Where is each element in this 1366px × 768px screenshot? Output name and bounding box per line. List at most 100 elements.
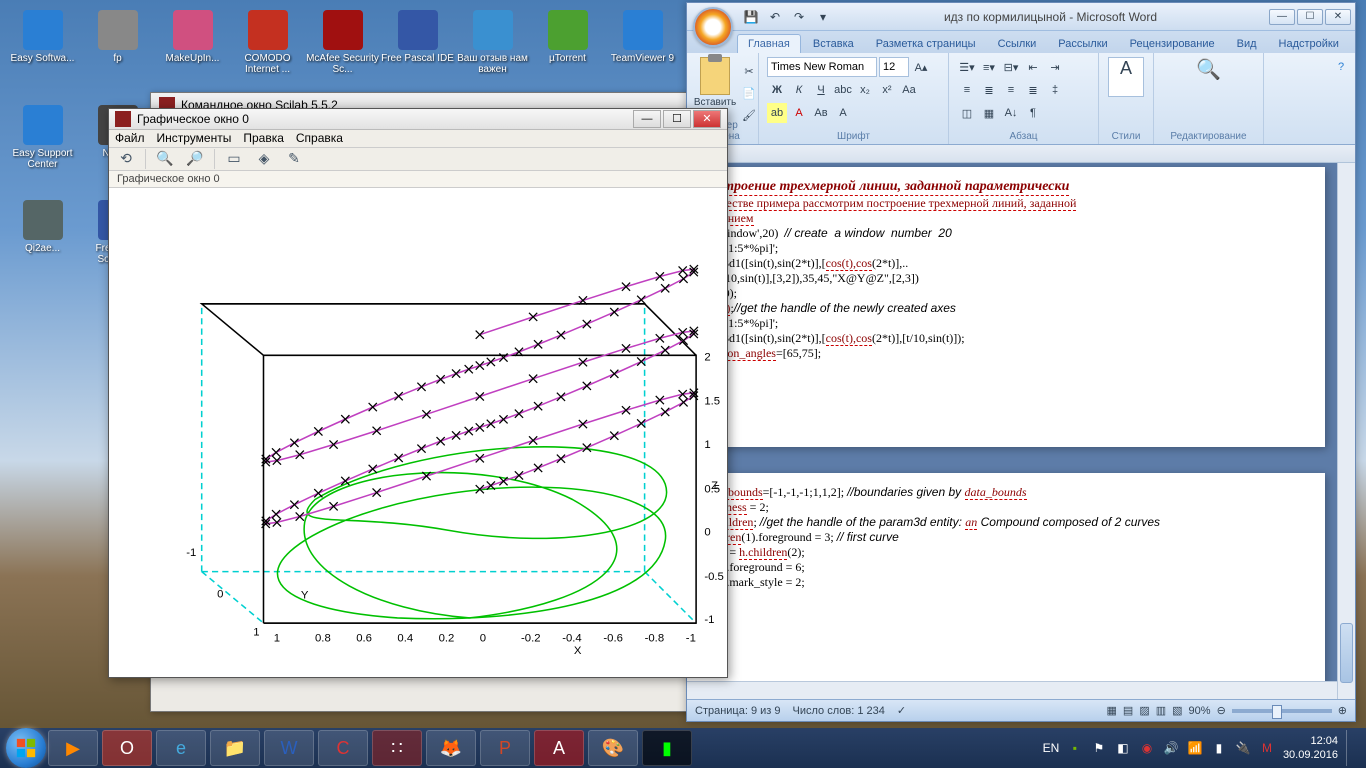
- bullets-button[interactable]: ☰▾: [957, 57, 977, 77]
- align-center-button[interactable]: ≣: [979, 80, 999, 100]
- zoom-in-icon[interactable]: 🔍: [154, 148, 176, 170]
- view-draft-icon[interactable]: ▧: [1172, 704, 1182, 717]
- desktop-icon[interactable]: TeamViewer 9: [605, 5, 680, 100]
- maximize-button[interactable]: ☐: [1297, 9, 1323, 25]
- underline-button[interactable]: Ч: [811, 80, 831, 100]
- numbering-button[interactable]: ≡▾: [979, 57, 999, 77]
- align-right-button[interactable]: ≡: [1001, 80, 1021, 100]
- office-button[interactable]: [693, 7, 733, 47]
- minimize-button[interactable]: —: [1269, 9, 1295, 25]
- document-page-2[interactable]: .data_bounds=[-1,-1,-1;1,1,2]; //boundar…: [687, 473, 1325, 699]
- zoom-in-button[interactable]: ⊕: [1338, 704, 1347, 717]
- font-color-button[interactable]: A: [789, 103, 809, 123]
- task-media-icon[interactable]: ▶: [48, 730, 98, 766]
- data-tip-icon[interactable]: ◈: [253, 148, 275, 170]
- scilab-graphic-window[interactable]: Графическое окно 0 — ☐ ✕ ФайлИнструменты…: [108, 108, 728, 678]
- styles-button[interactable]: A: [1108, 57, 1144, 97]
- scilab-titlebar[interactable]: Графическое окно 0 — ☐ ✕: [109, 109, 727, 130]
- indent-inc-button[interactable]: ⇥: [1045, 57, 1065, 77]
- view-web-icon[interactable]: ▨: [1139, 704, 1149, 717]
- lang-indicator[interactable]: EN: [1043, 740, 1059, 756]
- save-icon[interactable]: 💾: [742, 8, 760, 26]
- close-button[interactable]: ✕: [693, 110, 721, 128]
- tray-power-icon[interactable]: 🔌: [1235, 740, 1251, 756]
- desktop-icon[interactable]: Ваш отзыв нам важен: [455, 5, 530, 100]
- ribbon-tab[interactable]: Разметка страницы: [866, 35, 986, 53]
- font-size-select[interactable]: [879, 57, 909, 77]
- task-powerpoint-icon[interactable]: P: [480, 730, 530, 766]
- desktop-icon[interactable]: McAfee Security Sc...: [305, 5, 380, 100]
- task-explorer-icon[interactable]: 📁: [210, 730, 260, 766]
- sort-button[interactable]: A↓: [1001, 103, 1021, 123]
- grow-font-icon[interactable]: A▴: [911, 57, 931, 77]
- show-marks-button[interactable]: ¶: [1023, 103, 1043, 123]
- zoom-level[interactable]: 90%: [1189, 705, 1211, 717]
- highlight-button[interactable]: ab: [767, 103, 787, 123]
- task-firefox-icon[interactable]: 🦊: [426, 730, 476, 766]
- tray-app-icon[interactable]: ◧: [1115, 740, 1131, 756]
- tray-av-icon[interactable]: M: [1259, 740, 1275, 756]
- tray-nvidia-icon[interactable]: ▪: [1067, 740, 1083, 756]
- desktop-icon[interactable]: COMODO Internet ...: [230, 5, 305, 100]
- ribbon-tab[interactable]: Рецензирование: [1120, 35, 1225, 53]
- menu-item[interactable]: Справка: [296, 131, 343, 145]
- find-button[interactable]: 🔍: [1191, 57, 1227, 97]
- desktop-icon[interactable]: Easy Support Center: [5, 100, 80, 195]
- task-word-icon[interactable]: W: [264, 730, 314, 766]
- bold-button[interactable]: Ж: [767, 80, 787, 100]
- desktop-icon[interactable]: Easy Softwa...: [5, 5, 80, 100]
- document-area[interactable]: Построение трехмерной линии, заданной па…: [687, 145, 1355, 699]
- task-paint-icon[interactable]: 🎨: [588, 730, 638, 766]
- word-window[interactable]: 💾 ↶ ↷ ▾ идз по кормилицыной - Microsoft …: [686, 2, 1356, 722]
- scilab-tab[interactable]: Графическое окно 0: [109, 171, 727, 188]
- task-comodo-icon[interactable]: C: [318, 730, 368, 766]
- show-desktop-button[interactable]: [1346, 730, 1354, 766]
- zoom-out-icon[interactable]: 🔎: [184, 148, 206, 170]
- line-spacing-button[interactable]: ‡: [1045, 80, 1065, 100]
- document-page-1[interactable]: Построение трехмерной линии, заданной па…: [687, 167, 1325, 447]
- edit-icon[interactable]: ✎: [283, 148, 305, 170]
- multilevel-button[interactable]: ⊟▾: [1001, 57, 1021, 77]
- help-icon[interactable]: ?: [1331, 57, 1351, 77]
- desktop-icon[interactable]: MakeUpIn...: [155, 5, 230, 100]
- select-icon[interactable]: ▭: [223, 148, 245, 170]
- ribbon-tab[interactable]: Рассылки: [1048, 35, 1117, 53]
- task-adobe-icon[interactable]: A: [534, 730, 584, 766]
- scrollbar-thumb[interactable]: [1340, 623, 1353, 683]
- shading-button[interactable]: ◫: [957, 103, 977, 123]
- superscript-button[interactable]: x²: [877, 80, 897, 100]
- task-opera-icon[interactable]: O: [102, 730, 152, 766]
- ribbon-tab[interactable]: Надстройки: [1269, 35, 1349, 53]
- italic-button[interactable]: К: [789, 80, 809, 100]
- start-button[interactable]: [6, 728, 46, 768]
- word-titlebar[interactable]: 💾 ↶ ↷ ▾ идз по кормилицыной - Microsoft …: [687, 3, 1355, 31]
- clear-format-button[interactable]: Aʙ: [811, 103, 831, 123]
- desktop-icon[interactable]: fp: [80, 5, 155, 100]
- format-painter-icon[interactable]: 🖌: [739, 105, 759, 125]
- view-outline-icon[interactable]: ▥: [1156, 704, 1166, 717]
- ribbon-tab[interactable]: Вставка: [803, 35, 864, 53]
- task-cmd-icon[interactable]: ▮: [642, 730, 692, 766]
- borders-button[interactable]: ▦: [979, 103, 999, 123]
- desktop-icon[interactable]: Qi2ae...: [5, 195, 80, 290]
- plot-area[interactable]: X Y Z 2 1.5 1 0.5 0 -0.5 -1 10.80.6 0.40…: [109, 188, 727, 677]
- cut-icon[interactable]: ✂: [739, 61, 759, 81]
- tray-battery-icon[interactable]: ▮: [1211, 740, 1227, 756]
- desktop-icon[interactable]: µTorrent: [530, 5, 605, 100]
- zoom-out-button[interactable]: ⊖: [1217, 704, 1226, 717]
- align-left-button[interactable]: ≡: [957, 80, 977, 100]
- view-read-icon[interactable]: ▤: [1123, 704, 1133, 717]
- taskbar[interactable]: ▶ O e 📁 W C ∷ 🦊 P A 🎨 ▮ EN ▪ ⚑ ◧ ◉ 🔊 📶 ▮…: [0, 728, 1366, 768]
- change-case-button[interactable]: Aa: [899, 80, 919, 100]
- char-border-button[interactable]: A: [833, 103, 853, 123]
- tray-volume-icon[interactable]: 🔊: [1163, 740, 1179, 756]
- horizontal-scrollbar[interactable]: [687, 681, 1337, 699]
- tray-network-icon[interactable]: 📶: [1187, 740, 1203, 756]
- indent-dec-button[interactable]: ⇤: [1023, 57, 1043, 77]
- ribbon-tab[interactable]: Вид: [1227, 35, 1267, 53]
- clock[interactable]: 12:04 30.09.2016: [1283, 734, 1338, 763]
- page-status[interactable]: Страница: 9 из 9: [695, 705, 781, 717]
- task-ie-icon[interactable]: e: [156, 730, 206, 766]
- minimize-button[interactable]: —: [633, 110, 661, 128]
- spell-check-icon[interactable]: ✓: [897, 704, 906, 717]
